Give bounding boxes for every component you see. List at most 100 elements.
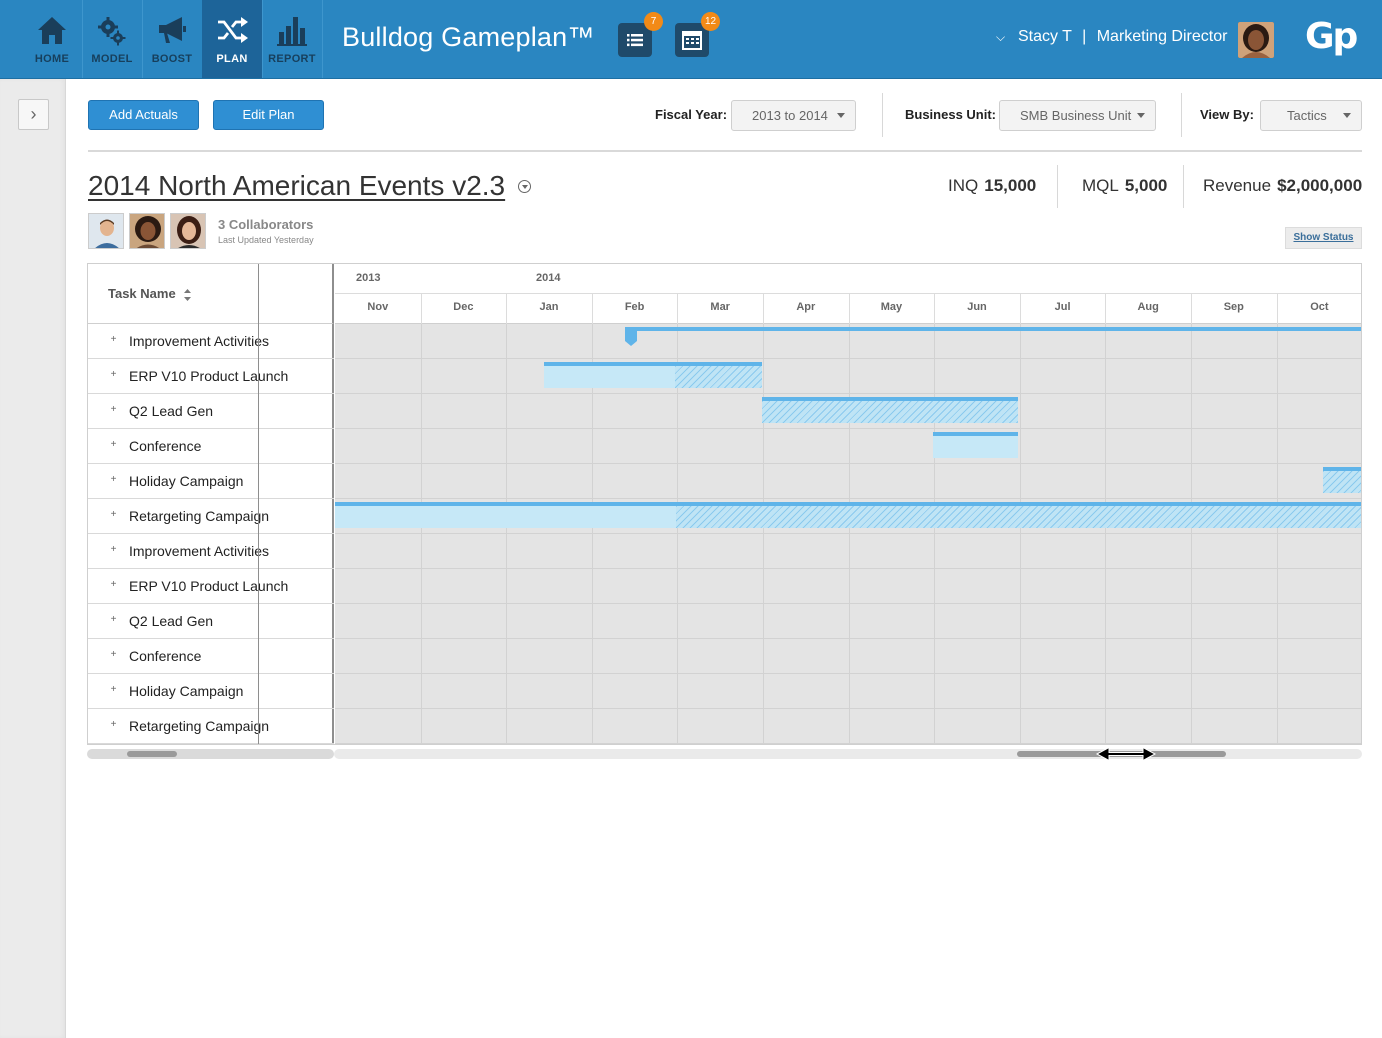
bar-chart-icon (277, 17, 307, 46)
month-label: Aug (1137, 301, 1159, 313)
task-name: Retargeting Campaign (129, 508, 270, 524)
month-label: Feb (624, 301, 645, 313)
last-updated-text: Last Updated Yesterday (218, 235, 314, 245)
show-status-button[interactable]: Show Status (1285, 227, 1362, 249)
task-bar-projected (762, 401, 1018, 423)
side-rail: › (0, 79, 66, 1038)
scrollbar-thumb[interactable] (127, 751, 177, 757)
task-row[interactable]: + ERP V10 Product Launch (88, 359, 334, 394)
task-row[interactable]: + Retargeting Campaign (88, 499, 334, 534)
nav-model[interactable]: MODEL (82, 0, 142, 78)
task-row[interactable]: + Holiday Campaign (88, 464, 334, 499)
expand-sidebar-button[interactable]: › (18, 99, 49, 130)
collaborator-photo (130, 214, 164, 248)
task-row[interactable]: + Q2 Lead Gen (88, 394, 334, 429)
month-label: Dec (453, 301, 474, 313)
inq-metric: INQ 15,000 (948, 176, 1036, 196)
user-name: Stacy T (1018, 28, 1072, 45)
month-label: May (880, 301, 903, 313)
app-title: Bulldog Gameplan™ (342, 22, 595, 52)
gantt-chart: Task Name 2013 2014 Nov Dec Jan Feb Mar Apr Ma… (87, 263, 1362, 745)
task-bar-planned (933, 436, 1018, 458)
month-label: Nov (367, 301, 389, 313)
plan-title[interactable]: 2014 North American Events v2.3 (88, 170, 505, 202)
collaborator-photo (89, 214, 123, 248)
timeline-scrollbar[interactable] (334, 749, 1362, 759)
view-by-select[interactable]: Tactics (1260, 100, 1362, 131)
nav-report[interactable]: REPORT (262, 0, 322, 78)
task-name-column-header[interactable]: Task Name (88, 264, 334, 324)
task-name: Conference (129, 648, 202, 664)
view-by-value: Tactics (1287, 108, 1327, 123)
expand-icon[interactable]: + (109, 510, 118, 520)
plan-options-icon[interactable] (518, 180, 531, 193)
task-row[interactable]: + Retargeting Campaign (88, 709, 334, 744)
mql-metric: MQL 5,000 (1082, 176, 1167, 196)
expand-icon[interactable]: + (109, 405, 118, 415)
collaborator-avatar[interactable] (170, 213, 206, 249)
month-divider (677, 293, 679, 324)
add-actuals-button[interactable]: Add Actuals (88, 100, 199, 130)
task-row[interactable]: + Holiday Campaign (88, 674, 334, 709)
nav-home-label: HOME (34, 53, 70, 65)
collaborator-photo (171, 214, 205, 248)
month-label: Sep (1223, 301, 1244, 313)
business-unit-value: SMB Business Unit (1020, 108, 1132, 123)
fiscal-year-select[interactable]: 2013 to 2014 (731, 100, 856, 131)
task-row[interactable]: + Q2 Lead Gen (88, 604, 334, 639)
grid-col-line (1276, 324, 1278, 744)
expand-icon[interactable]: + (109, 720, 118, 730)
expand-icon[interactable]: + (109, 685, 118, 695)
task-name-header-label: Task Name (108, 286, 176, 301)
business-unit-select[interactable]: SMB Business Unit (999, 100, 1156, 131)
app-root: HOME MODEL BOOST PLAN REPORT Bulldog Gam… (0, 0, 1382, 1038)
nav-divider (322, 0, 323, 78)
grid-col-line (763, 324, 764, 744)
task-list-scrollbar[interactable] (87, 749, 334, 759)
expand-icon[interactable]: + (109, 335, 118, 345)
sort-icon[interactable] (183, 288, 192, 302)
resize-horizontal-icon (1095, 746, 1157, 762)
view-by-label: View By: (1200, 107, 1254, 122)
task-row[interactable]: + Conference (88, 429, 334, 464)
nav-home[interactable]: HOME (22, 0, 82, 78)
expand-icon[interactable]: + (109, 580, 118, 590)
timeline-grid (335, 324, 1361, 744)
task-name: Q2 Lead Gen (129, 613, 214, 629)
month-divider (848, 293, 850, 324)
collaborator-avatar[interactable] (129, 213, 165, 249)
revenue-label: Revenue (1203, 176, 1272, 195)
task-row[interactable]: + Conference (88, 639, 334, 674)
collaborator-avatar[interactable] (88, 213, 124, 249)
user-menu[interactable]: ⌵ Stacy T | Marketing Director (996, 28, 1227, 46)
nav-plan[interactable]: PLAN (202, 0, 262, 78)
expand-icon[interactable]: + (109, 650, 118, 660)
month-divider (1019, 293, 1021, 324)
task-row[interactable]: + ERP V10 Product Launch (88, 569, 334, 604)
nav-boost[interactable]: BOOST (142, 0, 202, 78)
inq-label: INQ (948, 176, 979, 195)
task-row[interactable]: + Improvement Activities (88, 324, 334, 359)
milestone-marker[interactable] (625, 327, 637, 346)
expand-icon[interactable]: + (109, 545, 118, 555)
year-label: 2013 (356, 272, 381, 284)
task-bar-projected (1323, 471, 1361, 493)
task-row[interactable]: + Improvement Activities (88, 534, 334, 569)
month-label: Jan (539, 301, 559, 313)
expand-icon[interactable]: + (109, 615, 118, 625)
expand-icon[interactable]: + (109, 370, 118, 380)
calendar-button[interactable]: 12 (675, 12, 720, 57)
expand-icon[interactable]: + (109, 475, 118, 485)
task-bar-planned (544, 366, 675, 388)
month-label: Oct (1310, 301, 1329, 313)
task-list-button[interactable]: 7 (618, 12, 663, 57)
task-name: Conference (129, 438, 202, 454)
expand-icon[interactable]: + (109, 440, 118, 450)
avatar[interactable] (1238, 22, 1274, 58)
collaborators-count[interactable]: 3 Collaborators (218, 217, 313, 232)
divider (882, 93, 883, 137)
grid-col-line (848, 324, 850, 744)
edit-plan-button[interactable]: Edit Plan (213, 100, 324, 130)
shuffle-icon (218, 17, 248, 43)
task-bar[interactable] (637, 327, 1361, 331)
